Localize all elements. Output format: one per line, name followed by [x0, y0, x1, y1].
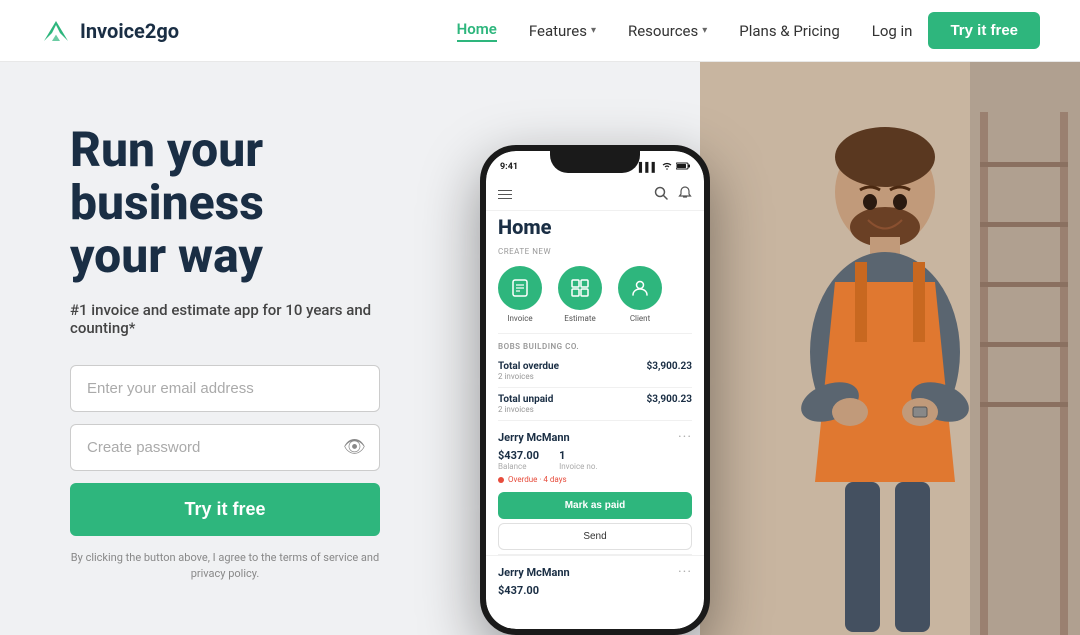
- nav-links: Home Features ▾ Resources ▾ Plans & Pric…: [457, 20, 840, 42]
- invoice-icon-circle: [498, 266, 542, 310]
- phone-mockup: 9:41 ▌▌▌: [480, 145, 710, 635]
- section-header: BOBS BUILDING CO.: [486, 334, 704, 355]
- nav-resources[interactable]: Resources ▾: [628, 22, 707, 40]
- overdue-badge: Overdue · 4 days: [498, 475, 692, 484]
- hero-section: Run your business your way #1 invoice an…: [0, 62, 1080, 635]
- summary-row-unpaid: Total unpaid 2 invoices $3,900.23: [486, 388, 704, 420]
- summary-overdue-info: Total overdue 2 invoices: [498, 361, 559, 381]
- eye-icon[interactable]: 👁: [343, 437, 366, 458]
- phone-notch: [550, 151, 640, 173]
- chevron-down-icon: ▾: [591, 25, 596, 36]
- client-card-2: Jerry McMann ··· $437.00: [486, 555, 704, 601]
- phone-home-title: Home: [486, 211, 704, 247]
- create-client-item[interactable]: Client: [618, 266, 662, 323]
- invoice-label: Invoice: [507, 314, 532, 323]
- client-invoices: 1 Invoice no.: [559, 449, 597, 471]
- create-estimate-item[interactable]: Estimate: [558, 266, 602, 323]
- nav-home[interactable]: Home: [457, 20, 497, 42]
- hero-subtext: #1 invoice and estimate app for 10 years…: [70, 301, 380, 337]
- hero-right: 9:41 ▌▌▌: [430, 62, 1080, 635]
- client-icon-circle: [618, 266, 662, 310]
- client-name: Jerry McMann: [498, 431, 570, 444]
- create-new-icons: Invoice Estimate Client: [498, 266, 692, 323]
- hero-left: Run your business your way #1 invoice an…: [0, 62, 430, 635]
- unpaid-sub: 2 invoices: [498, 405, 553, 414]
- client-card: Jerry McMann ··· $437.00 Balance 1 Invoi…: [486, 421, 704, 554]
- logo-icon: [40, 17, 72, 45]
- overdue-label: Total overdue: [498, 361, 559, 372]
- client-name-2: Jerry McMann: [498, 566, 570, 579]
- navbar: Invoice2go Home Features ▾ Resources ▾ P…: [0, 0, 1080, 62]
- client-label: Client: [630, 314, 650, 323]
- email-input[interactable]: [70, 365, 380, 412]
- balance-label: Balance: [498, 462, 539, 471]
- overdue-amount: $3,900.23: [646, 361, 692, 372]
- estimate-label: Estimate: [564, 314, 595, 323]
- client-details: $437.00 Balance 1 Invoice no.: [498, 449, 692, 471]
- create-new-label: CREATE NEW: [498, 247, 692, 256]
- person-silhouette: [700, 62, 1080, 635]
- nav-login-link[interactable]: Log in: [872, 22, 913, 40]
- password-input[interactable]: [70, 424, 380, 471]
- send-button[interactable]: Send: [498, 523, 692, 550]
- wifi-icon: [662, 162, 672, 173]
- phone-nav-bar: [486, 179, 704, 211]
- logo-area: Invoice2go: [40, 17, 179, 45]
- bell-icon[interactable]: [678, 185, 692, 204]
- client-header: Jerry McMann ···: [498, 429, 692, 445]
- summary-unpaid-info: Total unpaid 2 invoices: [498, 394, 553, 414]
- try-free-button[interactable]: Try it free: [70, 483, 380, 536]
- status-right: ▌▌▌: [639, 162, 690, 173]
- chevron-down-icon: ▾: [702, 25, 707, 36]
- nav-try-free-button[interactable]: Try it free: [928, 12, 1040, 49]
- password-wrapper: 👁: [70, 424, 380, 471]
- logo-text: Invoice2go: [80, 19, 179, 43]
- invoices-label: Invoice no.: [559, 462, 597, 471]
- client-balance: $437.00 Balance: [498, 449, 539, 471]
- overdue-sub: 2 invoices: [498, 372, 559, 381]
- estimate-icon-circle: [558, 266, 602, 310]
- person-photo: [700, 62, 1080, 635]
- create-new-section: CREATE NEW Invoice Estimate: [486, 247, 704, 333]
- unpaid-amount: $3,900.23: [646, 394, 692, 405]
- invoices-value: 1: [559, 449, 597, 462]
- client-menu-icon-2[interactable]: ···: [678, 564, 692, 580]
- balance-value-2: $437.00: [498, 584, 692, 597]
- battery-icon: [676, 162, 690, 173]
- summary-row-overdue: Total overdue 2 invoices $3,900.23: [486, 355, 704, 387]
- phone-nav-icons: [654, 185, 692, 204]
- terms-text: By clicking the button above, I agree to…: [70, 550, 380, 583]
- create-invoice-item[interactable]: Invoice: [498, 266, 542, 323]
- unpaid-label: Total unpaid: [498, 394, 553, 405]
- phone-screen: 9:41 ▌▌▌: [486, 151, 704, 629]
- client-header-2: Jerry McMann ···: [498, 564, 692, 580]
- hero-heading: Run your business your way: [70, 124, 380, 282]
- nav-features[interactable]: Features ▾: [529, 22, 596, 40]
- search-icon[interactable]: [654, 185, 668, 204]
- balance-value: $437.00: [498, 449, 539, 462]
- signal-icon: ▌▌▌: [639, 162, 658, 173]
- overdue-dot: [498, 477, 504, 483]
- overdue-text: Overdue · 4 days: [508, 475, 567, 484]
- hamburger-icon[interactable]: [498, 190, 512, 200]
- nav-plans-pricing[interactable]: Plans & Pricing: [739, 22, 839, 40]
- mark-paid-button[interactable]: Mark as paid: [498, 492, 692, 519]
- phone-time: 9:41: [500, 162, 518, 172]
- client-menu-icon[interactable]: ···: [678, 429, 692, 445]
